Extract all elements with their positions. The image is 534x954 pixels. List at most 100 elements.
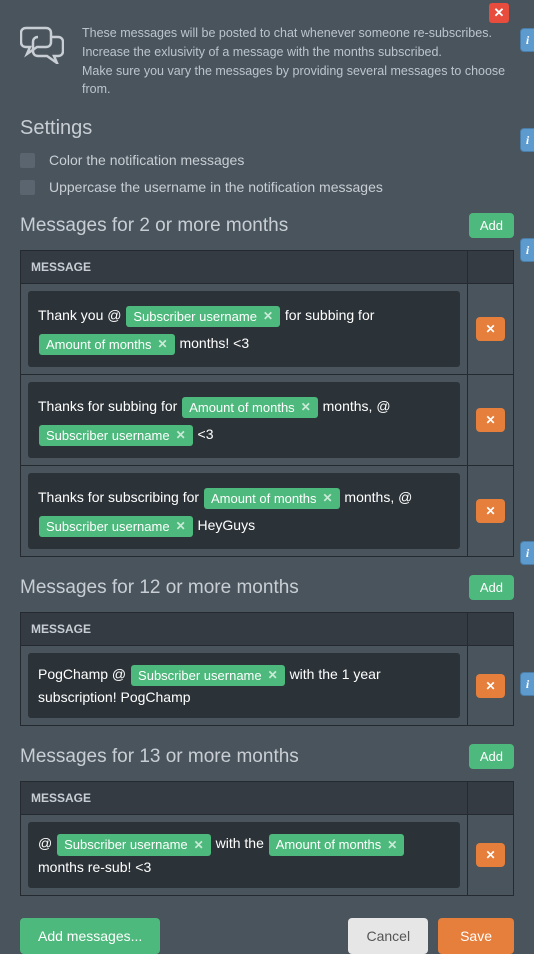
action-cell: ✕ <box>468 375 514 466</box>
variable-pill-subscriber-username[interactable]: Subscriber username ✕ <box>126 306 280 328</box>
action-cell: ✕ <box>468 815 514 895</box>
pill-label: Amount of months <box>46 337 152 353</box>
message-text: @ <box>38 835 52 851</box>
checkbox-uppercase-username[interactable]: Uppercase the username in the notificati… <box>20 179 514 195</box>
action-cell: ✕ <box>468 284 514 375</box>
pill-remove-icon[interactable]: ✕ <box>194 838 204 852</box>
message-text: PogChamp @ <box>38 666 126 682</box>
message-text: for subbing for <box>285 307 375 323</box>
add-button[interactable]: Add <box>469 744 514 769</box>
messages-table: MESSAGE @ Subscriber username ✕ with the… <box>20 781 514 895</box>
checkbox-color-messages[interactable]: Color the notification messages <box>20 152 514 168</box>
message-input[interactable]: Thanks for subscribing for Amount of mon… <box>28 473 460 549</box>
info-tab[interactable]: i <box>520 128 534 152</box>
pill-remove-icon[interactable]: ✕ <box>322 491 332 505</box>
chat-icon <box>20 24 64 99</box>
header-text: These messages will be posted to chat wh… <box>82 24 514 99</box>
message-text: Thanks for subscribing for <box>38 489 199 505</box>
group-title: Messages for 13 or more months <box>20 746 299 768</box>
checkbox-icon <box>20 180 35 195</box>
pill-remove-icon[interactable]: ✕ <box>301 400 311 414</box>
pill-remove-icon[interactable]: ✕ <box>176 519 186 533</box>
message-text: <3 <box>198 426 214 442</box>
delete-button[interactable]: ✕ <box>476 317 505 341</box>
add-button[interactable]: Add <box>469 575 514 600</box>
header: These messages will be posted to chat wh… <box>20 24 514 99</box>
save-button[interactable]: Save <box>438 918 514 954</box>
action-cell: ✕ <box>468 646 514 726</box>
header-line: Increase the exlusivity of a message wit… <box>82 43 514 62</box>
table-header: MESSAGE <box>20 781 514 815</box>
footer-right: Cancel Save <box>348 918 514 954</box>
column-header-actions <box>468 781 514 815</box>
message-input[interactable]: @ Subscriber username ✕ with the Amount … <box>28 822 460 887</box>
group-title: Messages for 12 or more months <box>20 577 299 599</box>
message-cell: @ Subscriber username ✕ with the Amount … <box>20 815 468 895</box>
message-text: Thanks for subbing for <box>38 398 177 414</box>
header-line: Make sure you vary the messages by provi… <box>82 62 514 100</box>
group-header: Messages for 12 or more months Add <box>20 575 514 600</box>
pill-label: Subscriber username <box>64 837 188 853</box>
pill-remove-icon[interactable]: ✕ <box>158 337 168 351</box>
message-input[interactable]: Thanks for subbing for Amount of months … <box>28 382 460 458</box>
group-title: Messages for 2 or more months <box>20 215 288 237</box>
table-header: MESSAGE <box>20 612 514 646</box>
cancel-button[interactable]: Cancel <box>348 918 428 954</box>
info-tab[interactable]: i <box>520 28 534 52</box>
column-header-message: MESSAGE <box>20 612 468 646</box>
variable-pill-subscriber-username[interactable]: Subscriber username ✕ <box>57 834 211 856</box>
info-tab[interactable]: i <box>520 672 534 696</box>
group-header: Messages for 2 or more months Add <box>20 213 514 238</box>
delete-button[interactable]: ✕ <box>476 499 505 523</box>
variable-pill-amount-of-months[interactable]: Amount of months ✕ <box>39 334 175 356</box>
checkbox-icon <box>20 153 35 168</box>
message-text: with the <box>216 835 264 851</box>
messages-table: MESSAGE PogChamp @ Subscriber username ✕… <box>20 612 514 726</box>
add-button[interactable]: Add <box>469 213 514 238</box>
pill-remove-icon[interactable]: ✕ <box>387 838 397 852</box>
message-input[interactable]: PogChamp @ Subscriber username ✕ with th… <box>28 653 460 718</box>
variable-pill-subscriber-username[interactable]: Subscriber username ✕ <box>39 425 193 447</box>
pill-label: Subscriber username <box>46 428 170 444</box>
table-row: Thank you @ Subscriber username ✕ for su… <box>20 284 514 375</box>
pill-label: Subscriber username <box>46 519 170 535</box>
variable-pill-amount-of-months[interactable]: Amount of months ✕ <box>182 397 318 419</box>
variable-pill-subscriber-username[interactable]: Subscriber username ✕ <box>131 665 285 687</box>
info-tab[interactable]: i <box>520 541 534 565</box>
message-text: Thank you @ <box>38 307 121 323</box>
pill-label: Subscriber username <box>138 668 262 684</box>
table-row: PogChamp @ Subscriber username ✕ with th… <box>20 646 514 726</box>
message-cell: Thanks for subbing for Amount of months … <box>20 375 468 466</box>
table-row: Thanks for subbing for Amount of months … <box>20 375 514 466</box>
header-line: These messages will be posted to chat wh… <box>82 24 514 43</box>
message-text: months re-sub! <3 <box>38 859 151 875</box>
pill-remove-icon[interactable]: ✕ <box>263 309 273 323</box>
pill-label: Subscriber username <box>133 309 257 325</box>
delete-button[interactable]: ✕ <box>476 843 505 867</box>
message-cell: PogChamp @ Subscriber username ✕ with th… <box>20 646 468 726</box>
delete-button[interactable]: ✕ <box>476 408 505 432</box>
delete-button[interactable]: ✕ <box>476 674 505 698</box>
column-header-actions <box>468 250 514 284</box>
add-messages-button[interactable]: Add messages... <box>20 918 160 954</box>
pill-remove-icon[interactable]: ✕ <box>268 668 278 682</box>
message-cell: Thank you @ Subscriber username ✕ for su… <box>20 284 468 375</box>
message-input[interactable]: Thank you @ Subscriber username ✕ for su… <box>28 291 460 367</box>
info-tab[interactable]: i <box>520 238 534 262</box>
message-text: months, @ <box>323 398 391 414</box>
table-row: Thanks for subscribing for Amount of mon… <box>20 466 514 557</box>
footer: Add messages... Cancel Save <box>20 918 514 954</box>
variable-pill-amount-of-months[interactable]: Amount of months ✕ <box>269 834 405 856</box>
group-header: Messages for 13 or more months Add <box>20 744 514 769</box>
variable-pill-subscriber-username[interactable]: Subscriber username ✕ <box>39 516 193 538</box>
messages-table: MESSAGE Thank you @ Subscriber username … <box>20 250 514 557</box>
message-text: HeyGuys <box>198 517 256 533</box>
close-button[interactable]: ✕ <box>489 3 509 23</box>
pill-label: Amount of months <box>211 491 317 507</box>
pill-remove-icon[interactable]: ✕ <box>176 428 186 442</box>
column-header-actions <box>468 612 514 646</box>
settings-title: Settings <box>20 117 514 140</box>
pill-label: Amount of months <box>276 837 382 853</box>
variable-pill-amount-of-months[interactable]: Amount of months ✕ <box>204 488 340 510</box>
table-header: MESSAGE <box>20 250 514 284</box>
